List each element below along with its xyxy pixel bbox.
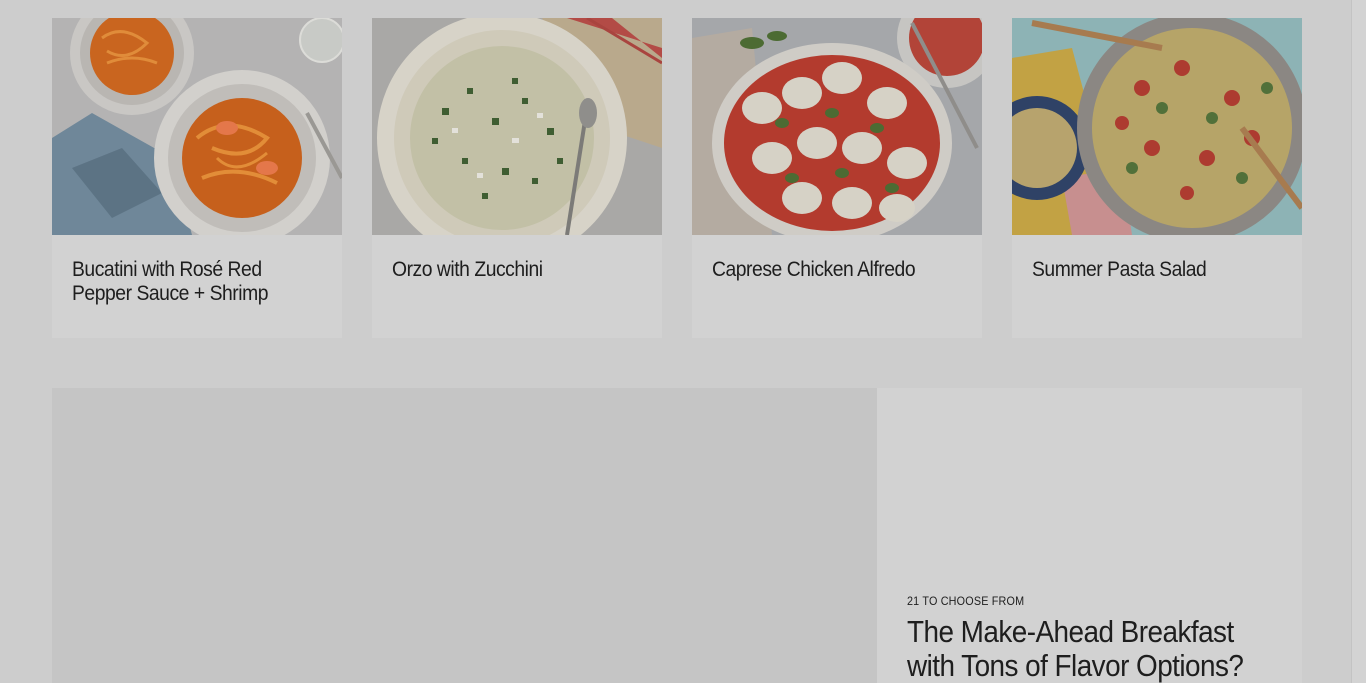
- recipe-card-image[interactable]: [372, 18, 662, 235]
- recipe-card-title[interactable]: Caprese Chicken Alfredo: [712, 258, 942, 282]
- recipe-card-image[interactable]: [1012, 18, 1302, 235]
- recipe-card[interactable]: Bucatini with Rosé Red Pepper Sauce + Sh…: [52, 18, 342, 338]
- recipe-card-title[interactable]: Orzo with Zucchini: [392, 258, 622, 282]
- recipe-card-title[interactable]: Summer Pasta Salad: [1032, 258, 1262, 282]
- recipe-card[interactable]: Caprese Chicken Alfredo: [692, 18, 982, 338]
- featured-story-headline[interactable]: The Make-Ahead Breakfast with Tons of Fl…: [907, 615, 1258, 683]
- featured-story[interactable]: 21 TO CHOOSE FROM The Make-Ahead Breakfa…: [52, 388, 1302, 683]
- recipe-card-image[interactable]: [692, 18, 982, 235]
- featured-story-image[interactable]: [52, 388, 877, 683]
- page-scrollbar[interactable]: [1351, 0, 1366, 683]
- recipe-card-title[interactable]: Bucatini with Rosé Red Pepper Sauce + Sh…: [72, 258, 302, 306]
- page: Bucatini with Rosé Red Pepper Sauce + Sh…: [0, 0, 1366, 683]
- featured-story-panel: 21 TO CHOOSE FROM The Make-Ahead Breakfa…: [877, 388, 1302, 683]
- recipe-card-grid: Bucatini with Rosé Red Pepper Sauce + Sh…: [52, 18, 1302, 338]
- recipe-card-image[interactable]: [52, 18, 342, 235]
- recipe-card[interactable]: Orzo with Zucchini: [372, 18, 662, 338]
- featured-story-kicker: 21 TO CHOOSE FROM: [907, 594, 1025, 608]
- recipe-card[interactable]: Summer Pasta Salad: [1012, 18, 1302, 338]
